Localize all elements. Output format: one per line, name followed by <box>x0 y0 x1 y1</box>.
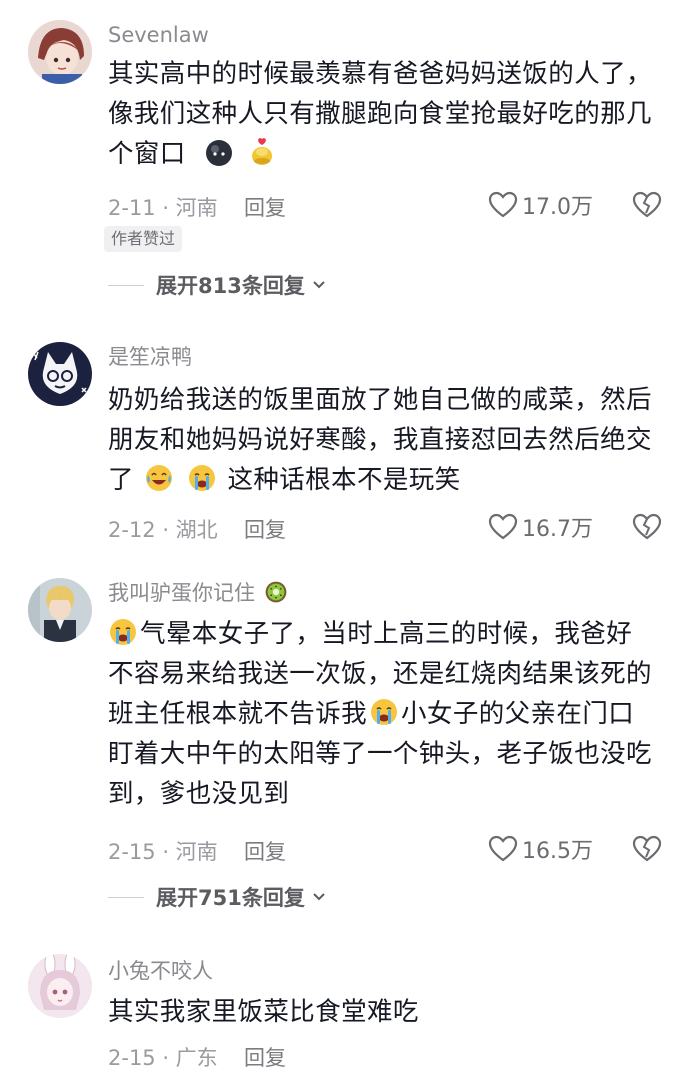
comment-date-location: 2-12 · 湖北 <box>108 518 218 542</box>
chevron-down-icon <box>313 893 325 901</box>
black-ball-emoji-icon <box>204 137 234 167</box>
author-liked-badge: 作者赞过 <box>104 226 183 252</box>
username: 我叫驴蛋你记住 <box>108 580 290 606</box>
comment-line: 到，爹也没见到 <box>108 779 290 809</box>
comment-line: 气晕本女子了，当时上高三的时候，我爸好 <box>108 614 656 654</box>
avatar[interactable] <box>28 954 92 1018</box>
gold-ingot-heart-emoji-icon <box>247 137 277 167</box>
avatar-image-doodle-cat <box>28 342 92 406</box>
reply-button[interactable]: 回复 <box>244 192 286 222</box>
comment-line: 其实我家里饭菜比食堂难吃 <box>108 997 419 1027</box>
comment-line: 盯着大中午的太阳等了一个钟头，老子饭也没吃 <box>108 739 652 769</box>
broken-heart-icon[interactable] <box>632 512 662 542</box>
reply-button[interactable]: 回复 <box>244 1042 286 1072</box>
username[interactable]: 小兔不咬人 <box>108 958 213 984</box>
comment-date-location: 2-15 · 河南 <box>108 840 218 864</box>
username[interactable]: Sevenlaw <box>108 22 209 48</box>
comment-text: 其实高中的时候最羡慕有爸爸妈妈送饭的人了， 像我们这种人只有撒腿跑向食堂抢最好吃… <box>108 54 656 174</box>
comment-date-location: 2-15 · 广东 <box>108 1046 218 1070</box>
username[interactable]: 是笙凉鸭 <box>108 344 192 370</box>
comment-line: 奶奶给我送的饭里面放了她自己做的咸菜，然后 <box>108 385 652 415</box>
crying-emoji-icon <box>108 617 138 647</box>
expand-replies-button[interactable]: 展开813条回复 <box>108 270 327 300</box>
comment-meta: 2-15 · 河南 回复 16.5万 <box>108 832 668 866</box>
comment-meta: 2-12 · 湖北 回复 16.7万 <box>108 510 668 544</box>
broken-heart-icon[interactable] <box>632 834 662 864</box>
comment-date-location: 2-11 · 河南 <box>108 196 218 220</box>
comment-line: 其实高中的时候最羡慕有爸爸妈妈送饭的人了， <box>108 59 652 89</box>
heart-outline-icon <box>488 835 518 862</box>
comment-line: 不容易来给我送一次饭，还是红烧肉结果该死的 <box>108 659 652 689</box>
avatar-image-bunny-girl <box>28 954 92 1018</box>
comment-meta: 2-11 · 河南 回复 17.0万 <box>108 188 668 222</box>
heart-outline-icon <box>488 513 518 540</box>
comment-line: 了 这种话根本不是玩笑 <box>108 460 656 500</box>
like-count: 16.5万 <box>522 839 593 864</box>
comment-line-text: 气晕本女子了，当时上高三的时候，我爸好 <box>140 619 633 649</box>
avatar[interactable] <box>28 342 92 406</box>
like-count: 16.7万 <box>522 517 593 542</box>
like-count: 17.0万 <box>522 195 593 220</box>
expand-replies-button[interactable]: 展开751条回复 <box>108 882 327 912</box>
comment-text: 其实我家里饭菜比食堂难吃 <box>108 992 656 1032</box>
chevron-down-icon <box>313 281 325 289</box>
divider-line <box>108 896 144 898</box>
avatar[interactable] <box>28 578 92 642</box>
comment-line-text: 了 <box>108 465 134 495</box>
laughing-tears-emoji-icon <box>144 463 174 493</box>
broken-heart-icon[interactable] <box>632 190 662 220</box>
comment-line-text: 班主任根本就不告诉我 <box>108 699 368 729</box>
reply-button[interactable]: 回复 <box>244 514 286 544</box>
comment-line-text: 小女子的父亲在门口 <box>401 699 635 729</box>
expand-replies-label: 展开751条回复 <box>156 886 305 910</box>
comment-line-text: 个窗口 <box>108 139 186 169</box>
expand-replies-label: 展开813条回复 <box>156 274 305 298</box>
comment-text: 奶奶给我送的饭里面放了她自己做的咸菜，然后 朋友和她妈妈说好寒酸，我直接怼回去然… <box>108 380 656 500</box>
avatar[interactable] <box>28 20 92 84</box>
divider-line <box>108 284 144 286</box>
avatar-image-anime-girl <box>28 20 92 84</box>
comment-line: 个窗口 <box>108 134 656 174</box>
reply-button[interactable]: 回复 <box>244 836 286 866</box>
comment-meta: 2-15 · 广东 回复 <box>108 1038 668 1072</box>
comment-line: 班主任根本就不告诉我 小女子的父亲在门口 <box>108 694 656 734</box>
username-text[interactable]: 我叫驴蛋你记住 <box>108 581 255 605</box>
comment-line: 像我们这种人只有撒腿跑向食堂抢最好吃的那几 <box>108 99 652 129</box>
comment-text: 气晕本女子了，当时上高三的时候，我爸好 不容易来给我送一次饭，还是红烧肉结果该死… <box>108 614 656 814</box>
crying-emoji-icon <box>187 463 217 493</box>
crying-emoji-icon <box>369 697 399 727</box>
like-button[interactable]: 16.7万 <box>488 510 593 544</box>
avatar-image-anime-boy <box>28 578 92 642</box>
heart-outline-icon <box>488 191 518 218</box>
like-button[interactable]: 17.0万 <box>488 188 593 222</box>
kiwi-emoji-icon <box>264 580 288 604</box>
comment-line-text: 这种话根本不是玩笑 <box>227 465 461 495</box>
like-button[interactable]: 16.5万 <box>488 832 593 866</box>
comment-line: 朋友和她妈妈说好寒酸，我直接怼回去然后绝交 <box>108 425 652 455</box>
